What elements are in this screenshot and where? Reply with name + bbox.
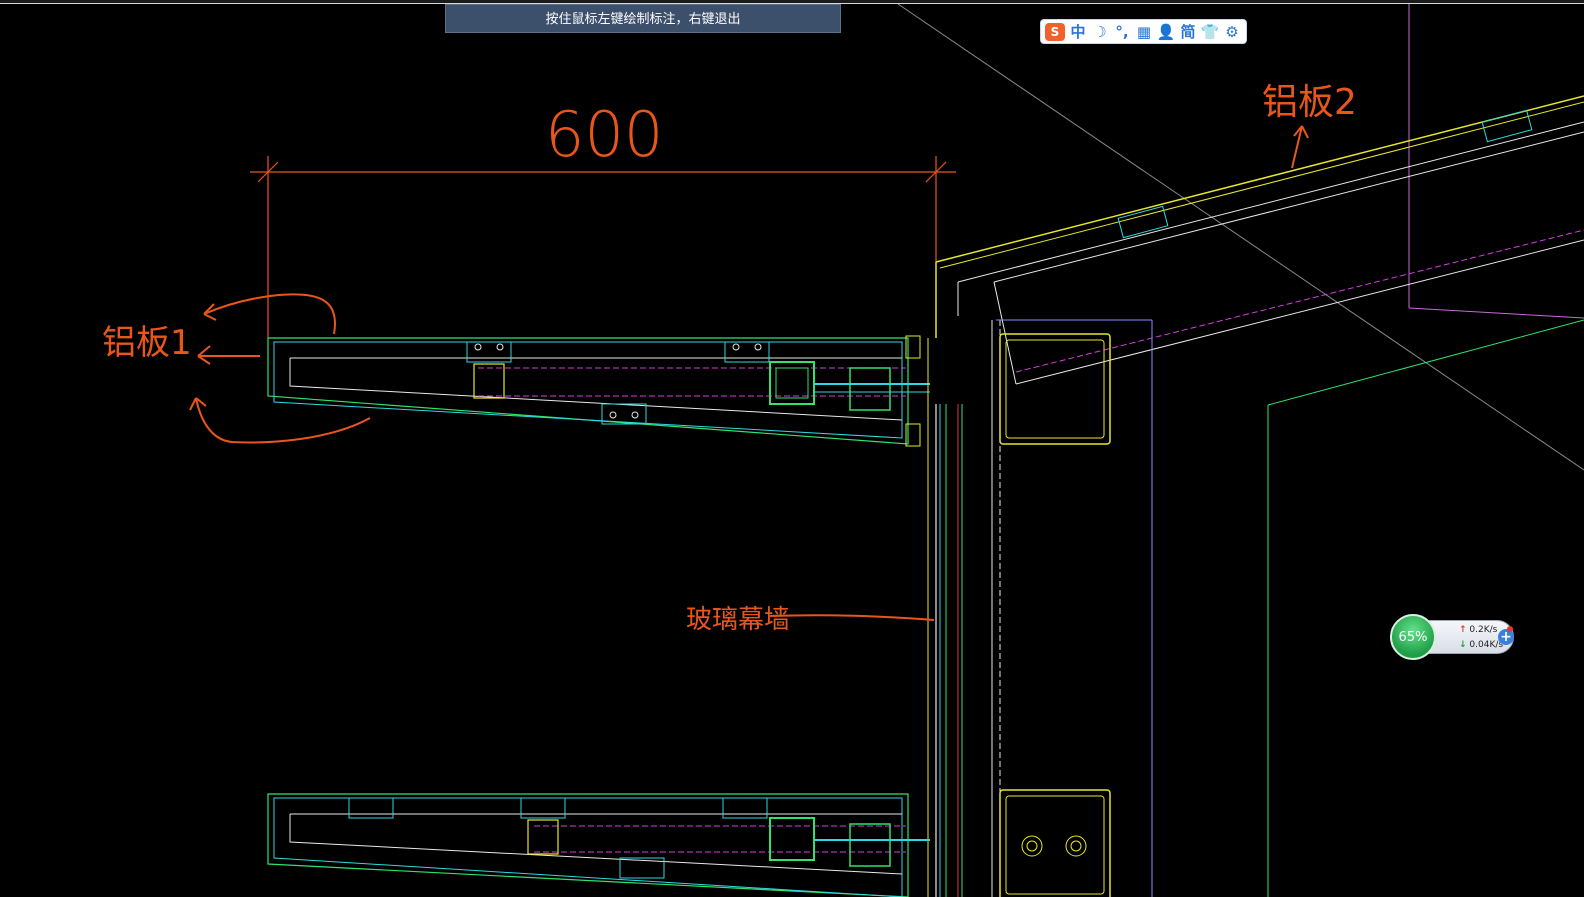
download-speed: 0.04K/s [1469, 640, 1504, 650]
simplified-chinese-button[interactable]: 简 [1179, 23, 1197, 41]
label-aluminum-1: 铝板1 [102, 323, 192, 363]
dimension-600[interactable] [250, 156, 956, 338]
panel-aluminum-1-upper[interactable] [267, 335, 930, 447]
skin-icon[interactable]: 👕 [1201, 23, 1220, 41]
dimension-text-600: 600 [545, 98, 663, 171]
ime-logo-icon[interactable]: S [1045, 22, 1065, 41]
ime-toolbar[interactable]: S 中 ☽ °, ▦ 👤 简 👕 ⚙ [1040, 19, 1247, 44]
notification-dot [1507, 626, 1513, 632]
glass-curtain-wall[interactable] [927, 319, 1153, 897]
download-arrow-icon: ↓ [1459, 640, 1467, 650]
keyboard-icon[interactable]: ▦ [1135, 23, 1153, 41]
label-glass-curtain-wall: 玻璃幕墙 [686, 605, 790, 635]
punctuation-icon[interactable]: °, [1113, 23, 1131, 41]
half-width-icon[interactable]: ☽ [1091, 23, 1109, 41]
cad-drawing-canvas[interactable]: 600 铝板1 铝板2 玻璃幕墙 [0, 0, 1584, 897]
panel-aluminum-1-lower[interactable] [267, 793, 930, 897]
upload-arrow-icon: ↑ [1459, 625, 1467, 635]
construction-line [1408, 307, 1584, 319]
status-tip-bar: 按住鼠标左键绘制标注，右键退出 [445, 4, 841, 33]
label-aluminum-2: 铝板2 [1262, 82, 1357, 123]
network-speed-widget[interactable]: ↑ 0.2K/s ↓ 0.04K/s 65% + [1390, 614, 1515, 660]
memory-usage-ball[interactable]: 65% [1390, 614, 1436, 660]
construction-line [897, 3, 1584, 471]
upload-speed: 0.2K/s [1469, 625, 1498, 635]
ime-mode-button[interactable]: 中 [1069, 23, 1087, 41]
user-icon[interactable]: 👤 [1157, 23, 1176, 41]
construction-line [1267, 319, 1584, 406]
settings-gear-icon[interactable]: ⚙ [1223, 23, 1241, 41]
roof-panel-aluminum-2[interactable] [935, 95, 1584, 385]
annotation-arrows [189, 125, 1309, 621]
